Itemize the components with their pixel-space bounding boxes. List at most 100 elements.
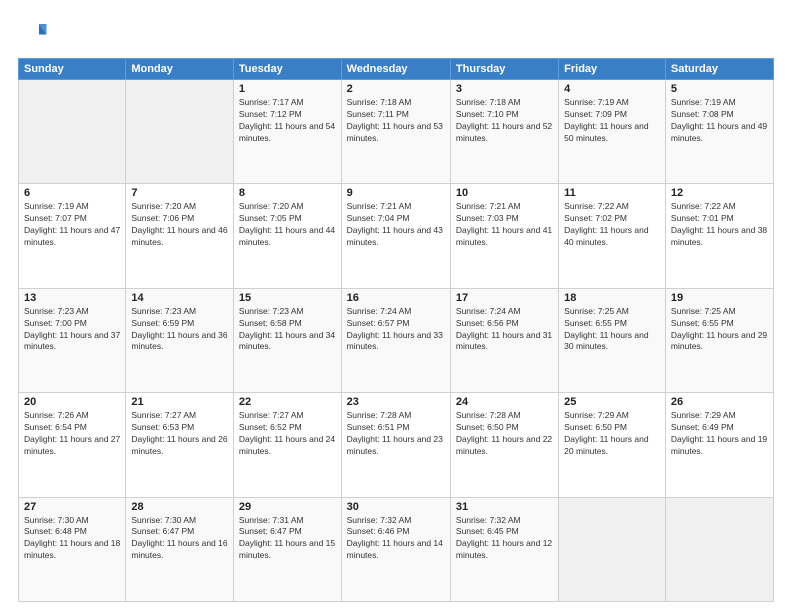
weekday-saturday: Saturday bbox=[665, 59, 773, 80]
day-number: 8 bbox=[239, 187, 336, 199]
day-info: Sunrise: 7:32 AM Sunset: 6:45 PM Dayligh… bbox=[456, 515, 553, 563]
day-number: 3 bbox=[456, 83, 553, 95]
day-info: Sunrise: 7:22 AM Sunset: 7:01 PM Dayligh… bbox=[671, 201, 768, 249]
day-number: 29 bbox=[239, 501, 336, 513]
calendar-cell: 22Sunrise: 7:27 AM Sunset: 6:52 PM Dayli… bbox=[233, 393, 341, 497]
calendar-cell: 4 Sunrise: 7:19 AM Sunset: 7:09 PM Daylig… bbox=[559, 80, 666, 184]
day-info: Sunrise: 7:30 AM Sunset: 6:48 PM Dayligh… bbox=[24, 515, 120, 563]
day-number: 17 bbox=[456, 292, 553, 304]
day-number: 12 bbox=[671, 187, 768, 199]
calendar-cell: 25 Sunrise: 7:29 AM Sunset: 6:50 PM Dayli… bbox=[559, 393, 666, 497]
day-info: Sunrise: 7:23 AM Sunset: 7:00 PM Dayligh… bbox=[24, 306, 120, 354]
calendar-cell bbox=[126, 80, 234, 184]
day-info: Sunrise: 7:29 AM Sunset: 6:50 PM Dayligh… bbox=[564, 410, 660, 458]
calendar-table: SundayMondayTuesdayWednesdayThursdayFrid… bbox=[18, 58, 774, 602]
weekday-sunday: Sunday bbox=[19, 59, 126, 80]
calendar-cell: 2 Sunrise: 7:18 AM Sunset: 7:11 PM Daylig… bbox=[341, 80, 450, 184]
day-info: Sunrise: 7:19 AM Sunset: 7:09 PM Dayligh… bbox=[564, 97, 660, 145]
day-info: Sunrise: 7:18 AM Sunset: 7:10 PM Dayligh… bbox=[456, 97, 553, 145]
calendar-cell: 31 Sunrise: 7:32 AM Sunset: 6:45 PM Dayli… bbox=[450, 497, 558, 601]
week-row-0: 1 Sunrise: 7:17 AM Sunset: 7:12 PM Daylig… bbox=[19, 80, 774, 184]
logo-icon bbox=[18, 18, 48, 48]
day-info: Sunrise: 7:24 AM Sunset: 6:56 PM Dayligh… bbox=[456, 306, 553, 354]
calendar-cell: 3 Sunrise: 7:18 AM Sunset: 7:10 PM Daylig… bbox=[450, 80, 558, 184]
day-info: Sunrise: 7:21 AM Sunset: 7:04 PM Dayligh… bbox=[347, 201, 445, 249]
day-number: 11 bbox=[564, 187, 660, 199]
day-number: 2 bbox=[347, 83, 445, 95]
calendar-cell: 8 Sunrise: 7:20 AM Sunset: 7:05 PM Daylig… bbox=[233, 184, 341, 288]
logo bbox=[18, 18, 52, 48]
day-number: 28 bbox=[131, 501, 228, 513]
day-info: Sunrise: 7:20 AM Sunset: 7:05 PM Dayligh… bbox=[239, 201, 336, 249]
day-number: 15 bbox=[239, 292, 336, 304]
day-info: Sunrise: 7:29 AM Sunset: 6:49 PM Dayligh… bbox=[671, 410, 768, 458]
header bbox=[18, 18, 774, 48]
day-info: Sunrise: 7:23 AM Sunset: 6:58 PM Dayligh… bbox=[239, 306, 336, 354]
day-number: 16 bbox=[347, 292, 445, 304]
calendar-cell: 21Sunrise: 7:27 AM Sunset: 6:53 PM Dayli… bbox=[126, 393, 234, 497]
day-info: Sunrise: 7:18 AM Sunset: 7:11 PM Dayligh… bbox=[347, 97, 445, 145]
day-number: 27 bbox=[24, 501, 120, 513]
day-number: 19 bbox=[671, 292, 768, 304]
day-number: 20 bbox=[24, 396, 120, 408]
day-info: Sunrise: 7:30 AM Sunset: 6:47 PM Dayligh… bbox=[131, 515, 228, 563]
day-number: 1 bbox=[239, 83, 336, 95]
calendar-cell: 6 Sunrise: 7:19 AM Sunset: 7:07 PM Daylig… bbox=[19, 184, 126, 288]
calendar-cell: 28 Sunrise: 7:30 AM Sunset: 6:47 PM Dayli… bbox=[126, 497, 234, 601]
day-info: Sunrise: 7:32 AM Sunset: 6:46 PM Dayligh… bbox=[347, 515, 445, 563]
day-info: Sunrise: 7:24 AM Sunset: 6:57 PM Dayligh… bbox=[347, 306, 445, 354]
day-info: Sunrise: 7:26 AM Sunset: 6:54 PM Dayligh… bbox=[24, 410, 120, 458]
day-info: Sunrise: 7:25 AM Sunset: 6:55 PM Dayligh… bbox=[564, 306, 660, 354]
calendar-cell: 26 Sunrise: 7:29 AM Sunset: 6:49 PM Dayli… bbox=[665, 393, 773, 497]
day-info: Sunrise: 7:25 AM Sunset: 6:55 PM Dayligh… bbox=[671, 306, 768, 354]
day-info: Sunrise: 7:28 AM Sunset: 6:51 PM Dayligh… bbox=[347, 410, 445, 458]
day-info: Sunrise: 7:19 AM Sunset: 7:08 PM Dayligh… bbox=[671, 97, 768, 145]
day-info: Sunrise: 7:19 AM Sunset: 7:07 PM Dayligh… bbox=[24, 201, 120, 249]
calendar-cell: 16 Sunrise: 7:24 AM Sunset: 6:57 PM Dayli… bbox=[341, 288, 450, 392]
calendar-cell: 29 Sunrise: 7:31 AM Sunset: 6:47 PM Dayli… bbox=[233, 497, 341, 601]
page: SundayMondayTuesdayWednesdayThursdayFrid… bbox=[0, 0, 792, 612]
day-number: 10 bbox=[456, 187, 553, 199]
day-number: 14 bbox=[131, 292, 228, 304]
weekday-thursday: Thursday bbox=[450, 59, 558, 80]
day-number: 13 bbox=[24, 292, 120, 304]
week-row-3: 20 Sunrise: 7:26 AM Sunset: 6:54 PM Dayli… bbox=[19, 393, 774, 497]
calendar-cell: 15 Sunrise: 7:23 AM Sunset: 6:58 PM Dayli… bbox=[233, 288, 341, 392]
day-number: 25 bbox=[564, 396, 660, 408]
weekday-wednesday: Wednesday bbox=[341, 59, 450, 80]
weekday-monday: Monday bbox=[126, 59, 234, 80]
day-number: 6 bbox=[24, 187, 120, 199]
day-info: Sunrise: 7:27 AM Sunset: 6:52 PM Dayligh… bbox=[239, 410, 336, 458]
day-info: Sunrise: 7:20 AM Sunset: 7:06 PM Dayligh… bbox=[131, 201, 228, 249]
week-row-4: 27 Sunrise: 7:30 AM Sunset: 6:48 PM Dayli… bbox=[19, 497, 774, 601]
day-info: Sunrise: 7:17 AM Sunset: 7:12 PM Dayligh… bbox=[239, 97, 336, 145]
calendar-cell: 5 Sunrise: 7:19 AM Sunset: 7:08 PM Daylig… bbox=[665, 80, 773, 184]
day-info: Sunrise: 7:28 AM Sunset: 6:50 PM Dayligh… bbox=[456, 410, 553, 458]
day-number: 5 bbox=[671, 83, 768, 95]
day-number: 31 bbox=[456, 501, 553, 513]
calendar-cell: 11Sunrise: 7:22 AM Sunset: 7:02 PM Dayli… bbox=[559, 184, 666, 288]
calendar-cell: 7Sunrise: 7:20 AM Sunset: 7:06 PM Daylig… bbox=[126, 184, 234, 288]
calendar-cell: 27 Sunrise: 7:30 AM Sunset: 6:48 PM Dayli… bbox=[19, 497, 126, 601]
day-number: 30 bbox=[347, 501, 445, 513]
day-number: 26 bbox=[671, 396, 768, 408]
day-info: Sunrise: 7:23 AM Sunset: 6:59 PM Dayligh… bbox=[131, 306, 228, 354]
week-row-2: 13 Sunrise: 7:23 AM Sunset: 7:00 PM Dayli… bbox=[19, 288, 774, 392]
weekday-friday: Friday bbox=[559, 59, 666, 80]
day-info: Sunrise: 7:31 AM Sunset: 6:47 PM Dayligh… bbox=[239, 515, 336, 563]
calendar-cell bbox=[19, 80, 126, 184]
day-number: 4 bbox=[564, 83, 660, 95]
weekday-tuesday: Tuesday bbox=[233, 59, 341, 80]
day-info: Sunrise: 7:27 AM Sunset: 6:53 PM Dayligh… bbox=[131, 410, 228, 458]
day-number: 23 bbox=[347, 396, 445, 408]
calendar-cell: 20 Sunrise: 7:26 AM Sunset: 6:54 PM Dayli… bbox=[19, 393, 126, 497]
calendar-cell: 17 Sunrise: 7:24 AM Sunset: 6:56 PM Dayli… bbox=[450, 288, 558, 392]
calendar-cell: 14 Sunrise: 7:23 AM Sunset: 6:59 PM Dayli… bbox=[126, 288, 234, 392]
week-row-1: 6 Sunrise: 7:19 AM Sunset: 7:07 PM Daylig… bbox=[19, 184, 774, 288]
day-number: 24 bbox=[456, 396, 553, 408]
day-number: 9 bbox=[347, 187, 445, 199]
day-number: 18 bbox=[564, 292, 660, 304]
calendar-cell: 19 Sunrise: 7:25 AM Sunset: 6:55 PM Dayli… bbox=[665, 288, 773, 392]
calendar-cell: 9 Sunrise: 7:21 AM Sunset: 7:04 PM Daylig… bbox=[341, 184, 450, 288]
calendar-cell: 12 Sunrise: 7:22 AM Sunset: 7:01 PM Dayli… bbox=[665, 184, 773, 288]
